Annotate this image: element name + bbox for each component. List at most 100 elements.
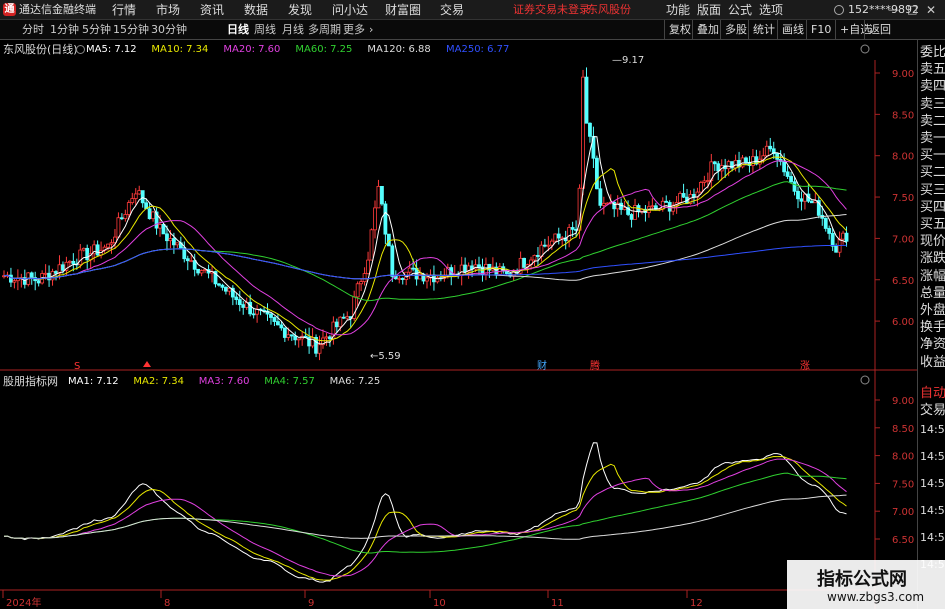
nav-5[interactable]: 问小达 [332,0,368,20]
candle [276,321,280,326]
candle [570,227,575,230]
candle [133,193,138,199]
period-tab-8[interactable]: 多周期 [308,20,341,40]
sub-axis-label-0: 9.00 [892,396,914,407]
candle [237,299,242,306]
period-tab-3[interactable]: 15分钟 [113,20,149,40]
quote-label-16: 换手 [920,320,945,336]
sub-panel-label-1[interactable]: 交易 [920,402,945,419]
candle [549,240,554,246]
kline-chart[interactable]: 9.00 8.50 8.00 7.50 7.00 6.50 6.00 9.00 8.50 8.00… [0,40,917,609]
candle [660,200,665,210]
candle [227,287,232,292]
nav-7[interactable]: 交易 [440,0,464,20]
event-marker-0: S [74,361,80,372]
candle [109,242,114,245]
period-tab-5[interactable]: 日线 [227,20,249,40]
candle [269,313,273,318]
candle [165,233,169,242]
candle [705,180,710,182]
maximize-icon[interactable]: □ [907,0,917,20]
nav-2[interactable]: 资讯 [200,0,224,20]
tool-3[interactable]: 统计 [748,20,775,40]
candle [161,224,166,235]
nav-6[interactable]: 财富圈 [385,0,421,20]
quote-label-9: 买四 [920,199,945,215]
period-tab-2[interactable]: 5分钟 [82,20,111,40]
candle [106,243,110,248]
menu-3[interactable]: 选项 [759,0,783,20]
tool-4[interactable]: 画线 [777,20,804,40]
date-label-1: 8 [164,598,170,609]
ma-line-10 [3,156,847,342]
candle [293,335,298,341]
sub-line-5 [3,442,847,583]
quote-label-13: 涨幅 [920,268,945,284]
more-chevron-icon[interactable]: › [369,20,373,40]
tool-1[interactable]: 叠加 [692,20,719,40]
candle [390,245,395,277]
candle [789,176,793,183]
minimize-icon[interactable]: — [888,0,899,20]
nav-1[interactable]: 市场 [156,0,180,20]
nav-4[interactable]: 发现 [288,0,312,20]
candle [95,244,100,256]
tool-7[interactable]: 返回 [864,20,891,40]
period-tab-1[interactable]: 1分钟 [50,20,79,40]
candle [581,76,585,189]
period-tab-7[interactable]: 月线 [282,20,304,40]
tool-0[interactable]: 复权 [664,20,691,40]
tool-2[interactable]: 多股 [720,20,747,40]
candle [171,238,176,246]
candle [324,336,329,339]
title-bar: 通 通达信金融终端 证券交易未登录 东风股份 152****9892 — □ ✕… [0,0,945,20]
candle [196,268,201,274]
candle [744,157,748,163]
candle [400,277,405,280]
menu-1[interactable]: 版面 [697,0,721,20]
quote-label-17: 净资 [920,337,945,353]
candle [553,233,558,242]
tool-5[interactable]: F10 [806,20,831,40]
candle [598,188,603,206]
candle [328,336,332,340]
candle [622,207,627,210]
candle [834,245,839,253]
candle [158,224,162,229]
candle [733,159,738,169]
quote-label-12: 涨跌 [920,251,945,267]
candle [768,145,773,150]
trade-login-notice[interactable]: 证券交易未登录 [513,0,590,20]
period-tab-6[interactable]: 周线 [254,20,276,40]
quote-label-15: 外盘 [920,303,945,318]
candle [844,232,849,242]
date-label-3: 10 [433,598,446,609]
candle [588,122,592,137]
candle [140,190,145,204]
stock-tag[interactable]: 东风股份 [587,0,631,20]
period-tab-0[interactable]: 分时 [22,20,44,40]
nav-0[interactable]: 行情 [112,0,136,20]
candle [224,286,228,292]
period-tab-9[interactable]: 更多 [343,20,365,40]
candle [792,181,797,192]
date-label-4: 11 [551,598,564,609]
quote-label-8: 买三 [920,182,945,198]
candle [594,157,599,190]
sub-panel-label-0[interactable]: 自动 [920,385,945,402]
menu-2[interactable]: 公式 [728,0,752,20]
candle [192,260,197,270]
candle [130,198,135,203]
candles [2,67,849,361]
user-icon[interactable] [834,5,844,15]
candle [536,254,540,257]
candle [830,233,835,247]
nav-3[interactable]: 数据 [244,0,268,20]
quote-label-2: 卖四 [920,79,945,95]
close-icon[interactable]: ✕ [926,0,936,20]
period-tab-4[interactable]: 30分钟 [151,20,187,40]
candle [702,180,707,183]
candle [137,190,142,195]
menu-0[interactable]: 功能 [666,0,690,20]
quote-label-18: 收益 [920,354,945,370]
